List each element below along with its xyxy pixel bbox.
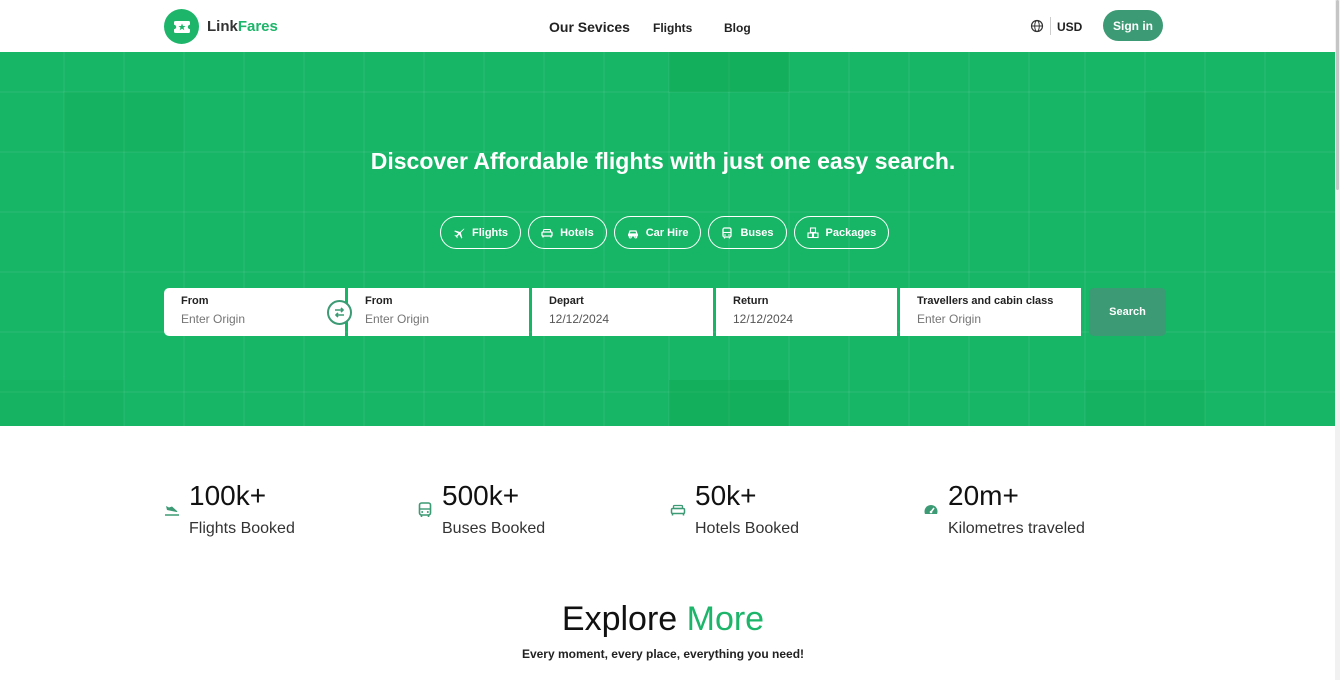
- to-label: From: [365, 295, 393, 307]
- tab-label: Buses: [740, 226, 774, 239]
- from-label: From: [181, 295, 209, 307]
- explore-subtitle: Every moment, every place, everything yo…: [521, 647, 805, 661]
- tab-flights[interactable]: Flights: [440, 216, 522, 249]
- return-date-value[interactable]: 12/12/2024: [733, 312, 883, 326]
- bed-icon: [670, 504, 686, 516]
- tab-label: Hotels: [560, 226, 594, 239]
- stat-caption: Kilometres traveled: [948, 520, 1085, 537]
- flight-search-form: From From Depart 12/12/2024 Return 12/12…: [164, 288, 1166, 336]
- tab-label: Flights: [472, 226, 509, 239]
- stat-caption: Flights Booked: [189, 520, 295, 537]
- stat-caption: Buses Booked: [442, 520, 546, 537]
- tab-car-hire[interactable]: Car Hire: [613, 216, 702, 249]
- return-label: Return: [733, 295, 769, 307]
- currency-selector[interactable]: USD: [1057, 20, 1082, 34]
- header-divider: [1050, 17, 1051, 35]
- hero-title: Discover Affordable flights with just on…: [370, 148, 956, 174]
- plane-landing-icon: [165, 506, 179, 516]
- stat-number: 100k+: [189, 480, 267, 511]
- packages-icon: [806, 226, 819, 238]
- nav-our-services[interactable]: Our Sevices: [549, 19, 630, 35]
- brand-logo[interactable]: LinkFares: [164, 9, 278, 44]
- travellers-field[interactable]: Travellers and cabin class: [900, 288, 1081, 336]
- bus-icon: [418, 502, 432, 517]
- globe-icon[interactable]: [1030, 19, 1044, 33]
- travellers-label: Travellers and cabin class: [917, 295, 1054, 307]
- tab-label: Car Hire: [645, 226, 689, 239]
- speedometer-icon: [924, 505, 938, 514]
- tab-hotels[interactable]: Hotels: [528, 216, 607, 249]
- scrollbar-thumb[interactable]: [1336, 0, 1339, 190]
- origin-input[interactable]: [181, 312, 331, 326]
- from-field[interactable]: From: [164, 288, 352, 336]
- depart-date-value[interactable]: 12/12/2024: [549, 312, 699, 326]
- nav-flights[interactable]: Flights: [653, 21, 692, 35]
- tab-buses[interactable]: Buses: [708, 216, 787, 249]
- return-field[interactable]: Return 12/12/2024: [716, 288, 897, 336]
- ticket-logo-icon: [164, 9, 199, 44]
- swap-arrows-icon: [334, 307, 345, 318]
- to-field[interactable]: From: [348, 288, 529, 336]
- stat-number: 500k+: [442, 480, 520, 511]
- tab-label: Packages: [825, 226, 877, 239]
- travellers-input[interactable]: [917, 312, 1067, 326]
- stat-number: 50k+: [695, 480, 757, 511]
- destination-input[interactable]: [365, 312, 515, 326]
- stat-number: 20m+: [948, 480, 1019, 511]
- hero-section: Discover Affordable flights with just on…: [0, 52, 1335, 426]
- bed-icon: [541, 228, 553, 237]
- explore-more-heading: Explore More: [561, 600, 765, 638]
- sign-in-button[interactable]: Sign in: [1103, 10, 1163, 41]
- search-button[interactable]: Search: [1089, 288, 1166, 336]
- page-scrollbar[interactable]: [1335, 0, 1340, 680]
- nav-blog[interactable]: Blog: [724, 21, 751, 35]
- depart-field[interactable]: Depart 12/12/2024: [532, 288, 713, 336]
- bus-icon: [722, 226, 733, 238]
- car-icon: [627, 229, 638, 238]
- brand-name: LinkFares: [207, 18, 278, 35]
- service-tabs: Flights Hotels Car Hire Buses Packages: [440, 216, 890, 249]
- top-header: LinkFares Our Sevices Flights Blog USD S…: [0, 0, 1335, 52]
- plane-icon: [454, 228, 465, 239]
- tab-packages[interactable]: Packages: [793, 216, 890, 249]
- stat-caption: Hotels Booked: [695, 520, 800, 537]
- depart-label: Depart: [549, 295, 584, 307]
- swap-locations-button[interactable]: [327, 300, 352, 325]
